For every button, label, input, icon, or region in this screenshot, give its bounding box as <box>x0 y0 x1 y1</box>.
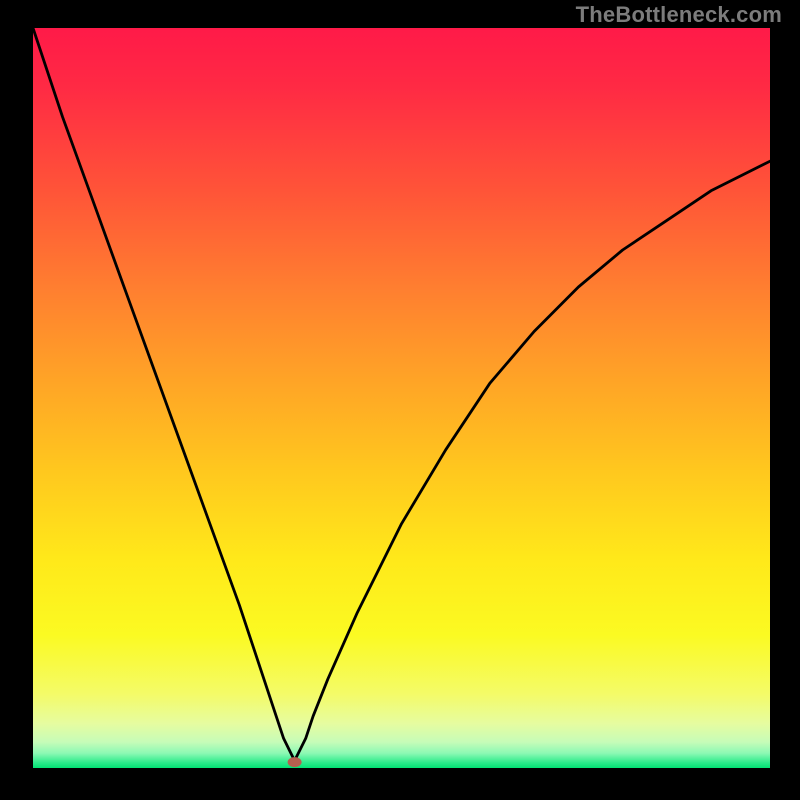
bottleneck-curve <box>33 28 770 761</box>
watermark-text: TheBottleneck.com <box>576 2 782 28</box>
plot-area <box>33 28 770 768</box>
chart-frame: TheBottleneck.com <box>0 0 800 800</box>
optimum-marker <box>288 757 302 767</box>
curve-svg <box>33 28 770 768</box>
